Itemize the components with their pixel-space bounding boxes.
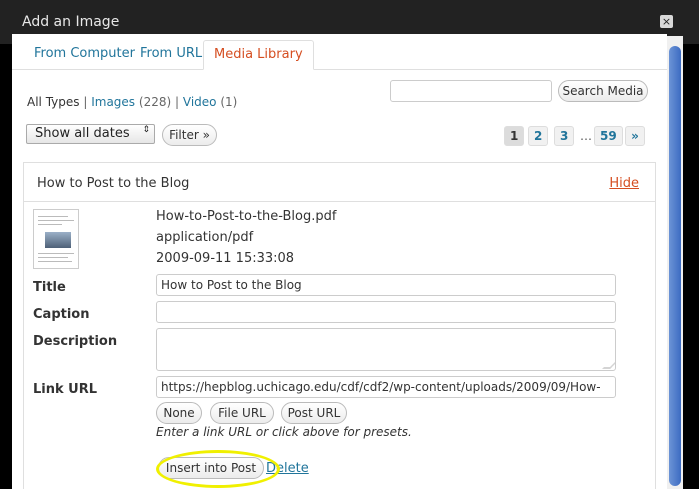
caption-field[interactable] xyxy=(156,301,616,323)
media-item: How to Post to the Blog Hide How-to-Post… xyxy=(23,162,656,489)
title-label: Title xyxy=(33,280,66,295)
page-last[interactable]: 59 xyxy=(594,126,623,146)
page-2[interactable]: 2 xyxy=(528,126,549,146)
dialog-content: From Computer From URL Media Library All… xyxy=(12,34,667,489)
title-field[interactable]: How to Post to the Blog xyxy=(156,274,616,296)
link-hint: Enter a link URL or click above for pres… xyxy=(156,425,412,439)
highlight-circle xyxy=(156,450,280,488)
none-button[interactable]: None xyxy=(156,402,202,424)
page-3[interactable]: 3 xyxy=(554,126,575,146)
scrollbar[interactable] xyxy=(667,36,683,489)
dialog-title: Add an Image xyxy=(22,14,120,30)
media-item-title: How to Post to the Blog xyxy=(37,176,190,191)
filter-separator: | xyxy=(83,95,88,109)
filter-video-link[interactable]: Video xyxy=(183,95,217,109)
scroll-thumb[interactable] xyxy=(669,46,681,486)
link-url-label: Link URL xyxy=(33,382,98,397)
description-field[interactable] xyxy=(156,328,616,371)
search-media-button[interactable]: Search Media xyxy=(558,80,648,102)
description-label: Description xyxy=(33,334,118,349)
video-count: (1) xyxy=(220,95,238,109)
page-1: 1 xyxy=(504,126,525,146)
caption-label: Caption xyxy=(33,307,90,322)
filter-all-types[interactable]: All Types xyxy=(27,95,80,109)
date-filter-select[interactable]: Show all dates ⇕ xyxy=(26,124,155,144)
tab-from-computer[interactable]: From Computer xyxy=(24,40,145,70)
filter-separator: | xyxy=(175,95,180,109)
tab-bar: From Computer From URL Media Library xyxy=(12,34,667,70)
add-image-dialog: Add an Image × From Computer From URL Me… xyxy=(0,0,699,489)
select-arrows-icon: ⇕ xyxy=(142,125,150,135)
type-filter: All Types | Images (228) | Video (1) xyxy=(27,95,237,109)
page-next[interactable]: » xyxy=(625,126,645,146)
resize-grip-icon[interactable] xyxy=(602,361,615,369)
file-url-button[interactable]: File URL xyxy=(210,402,274,424)
media-item-header: How to Post to the Blog Hide xyxy=(24,163,655,202)
images-count: (228) xyxy=(138,95,172,109)
filter-images-link[interactable]: Images xyxy=(91,95,135,109)
search-input[interactable] xyxy=(390,80,552,102)
file-name: How-to-Post-to-the-Blog.pdf xyxy=(156,209,337,224)
link-url-field[interactable]: https://hepblog.uchicago.edu/cdf/cdf2/wp… xyxy=(156,376,616,398)
tab-media-library[interactable]: Media Library xyxy=(203,40,314,70)
hide-link[interactable]: Hide xyxy=(609,176,639,191)
file-upload-date: 2009-09-11 15:33:08 xyxy=(156,251,295,266)
tab-from-url[interactable]: From URL xyxy=(130,40,212,70)
close-icon[interactable]: × xyxy=(660,15,673,28)
pagination-ellipsis: … xyxy=(580,129,592,143)
file-mime-type: application/pdf xyxy=(156,230,254,245)
post-url-button[interactable]: Post URL xyxy=(281,402,347,424)
date-filter-value: Show all dates xyxy=(35,126,130,141)
pdf-thumbnail xyxy=(33,209,79,269)
filter-button[interactable]: Filter » xyxy=(162,124,217,146)
